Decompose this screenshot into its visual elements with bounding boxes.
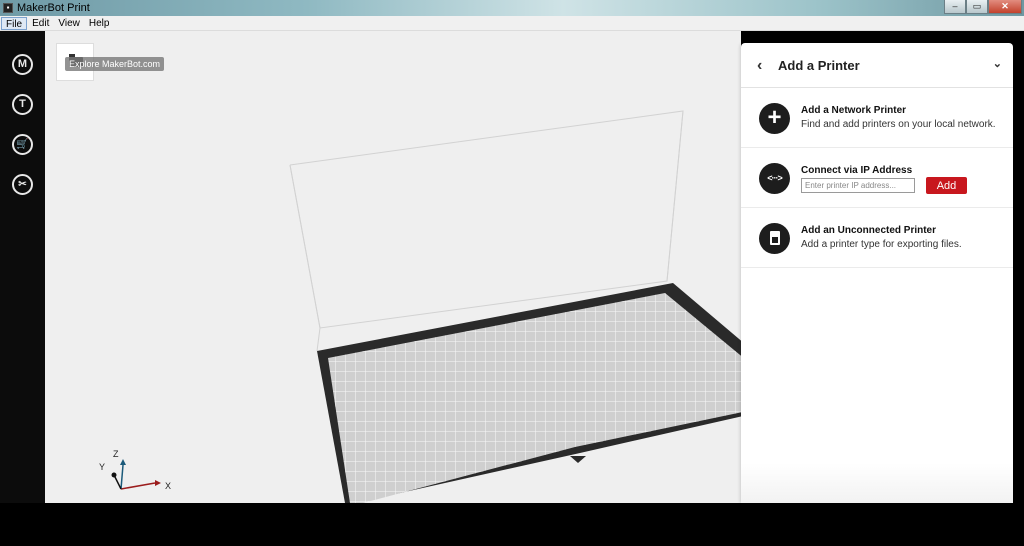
panel-header: ‹ Add a Printer ⌄ [741,43,1013,88]
network-icon: <···> [759,163,790,194]
tools-icon[interactable]: ✂ [12,174,33,195]
build-volume-scene [111,110,741,503]
axis-y-label: Y [99,462,106,472]
cart-icon[interactable]: 🛒 [12,134,33,155]
add-printer-panel: ‹ Add a Printer ⌄ + Add a Network Printe… [741,43,1013,503]
menu-file[interactable]: File [1,16,28,30]
unconnected-printer-desc: Add a printer type for exporting files. [801,239,962,250]
axis-x-label: X [165,481,172,491]
menu-edit[interactable]: Edit [28,17,53,30]
network-printer-title: Add a Network Printer [801,105,907,116]
window-title: MakerBot Print [17,2,90,14]
axis-z-label: Z [113,449,119,459]
add-network-printer-option[interactable]: + Add a Network Printer Find and add pri… [741,88,1013,148]
build-plate [317,283,741,503]
connect-ip-title: Connect via IP Address [801,165,913,176]
window-controls: – ▭ ✕ [944,0,1022,14]
makerbot-logo-icon[interactable]: M [12,54,33,75]
maximize-button[interactable]: ▭ [966,0,988,14]
menu-bar: File Edit View Help [0,16,1024,31]
left-sidebar: M T 🛒 ✂ [0,31,45,503]
back-chevron-icon[interactable]: ‹ [757,57,762,75]
app-icon: ▪ [3,3,13,13]
panel-title: Add a Printer [778,58,860,73]
close-button[interactable]: ✕ [988,0,1022,14]
minimize-button[interactable]: – [944,0,966,14]
add-ip-button[interactable]: Add [926,177,967,194]
title-bar: ▪ MakerBot Print – ▭ ✕ [0,0,1024,16]
network-printer-desc: Find and add printers on your local netw… [801,119,996,130]
menu-help[interactable]: Help [85,17,114,30]
ip-address-input[interactable] [801,178,915,193]
explore-tooltip: Explore MakerBot.com [65,57,165,71]
sd-card-icon [759,223,790,254]
build-viewport[interactable]: X Y Z Explore MakerBot.com [45,31,741,503]
connect-ip-option: <···> Connect via IP Address Add [741,148,1013,208]
menu-view[interactable]: View [54,17,84,30]
panel-footer [741,463,1013,503]
chevron-down-icon[interactable]: ⌄ [993,57,1002,70]
thingiverse-icon[interactable]: T [12,94,33,115]
plus-icon: + [759,103,790,134]
bottom-black-bar [0,503,1024,546]
add-unconnected-printer-option[interactable]: Add an Unconnected Printer Add a printer… [741,208,1013,268]
axis-indicator [111,459,161,490]
unconnected-printer-title: Add an Unconnected Printer [801,225,937,236]
